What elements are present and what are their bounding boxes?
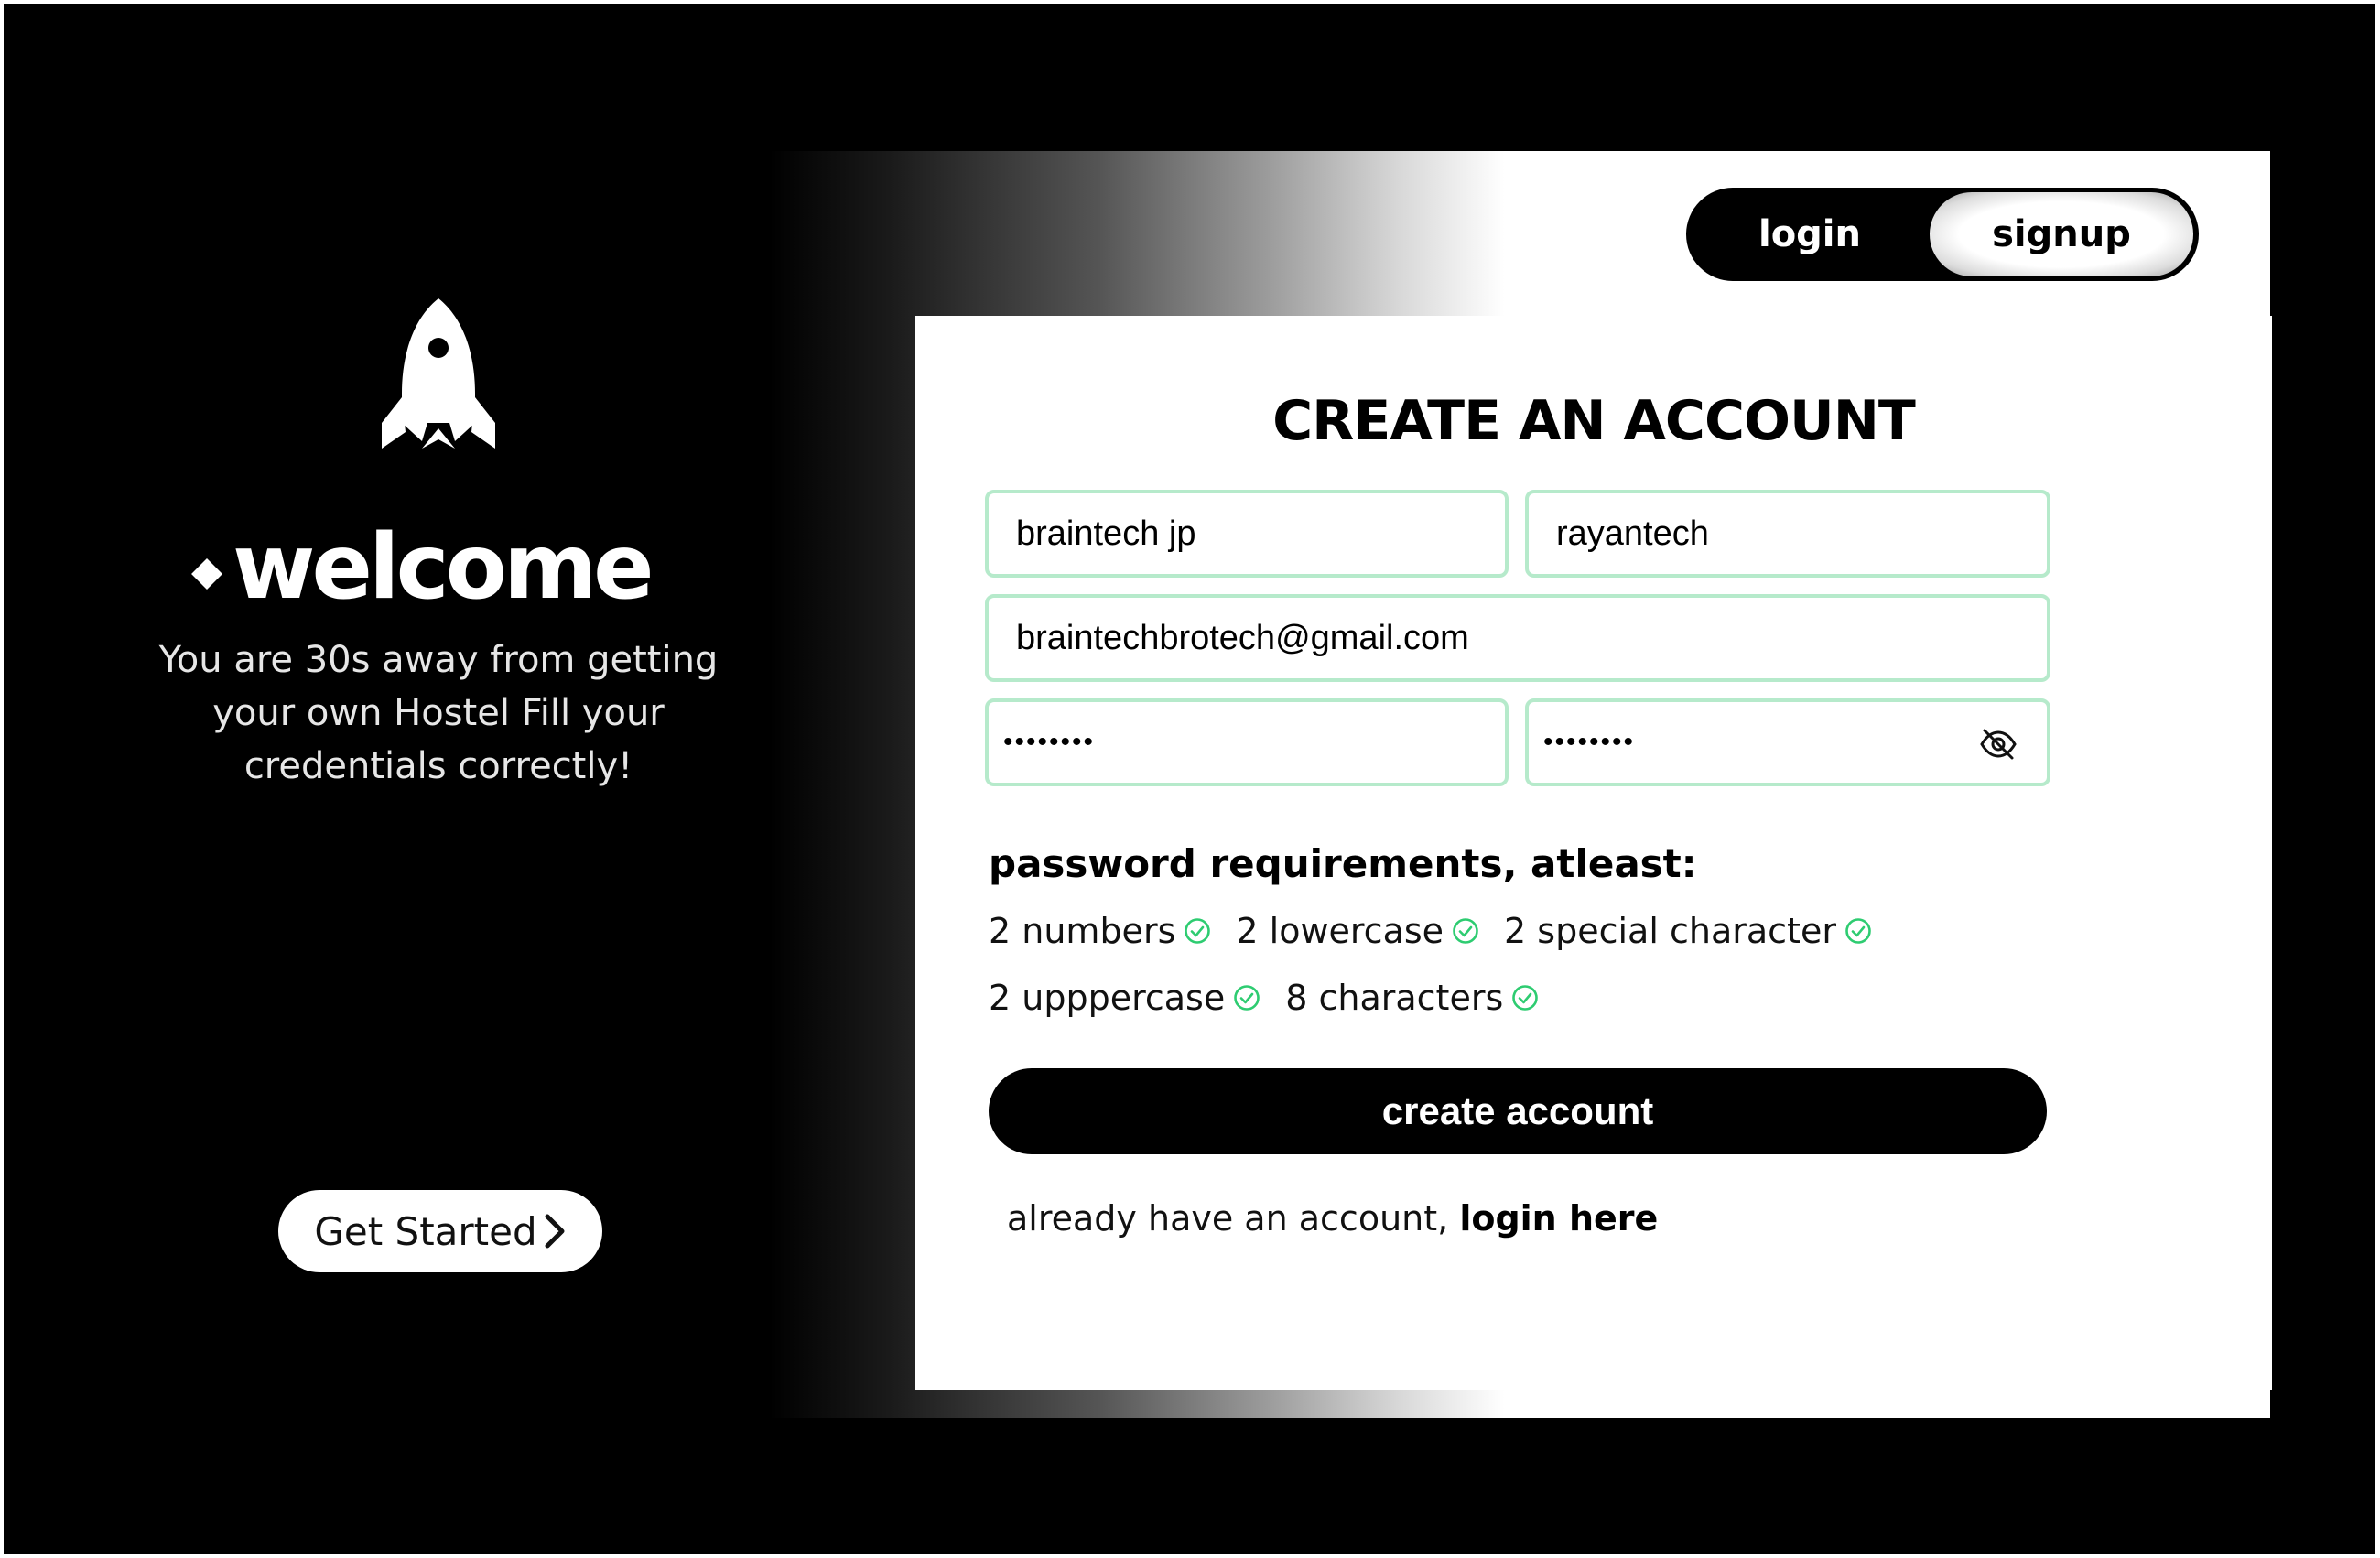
requirement-lowercase: 2 lowercase [1236, 911, 1480, 951]
auth-mode-toggle: login signup [1686, 188, 2199, 281]
password-requirements-title: password requirements, atleast: [989, 841, 1697, 886]
requirement-label: 2 special character [1504, 911, 1836, 951]
last-name-field[interactable] [1525, 490, 2050, 578]
login-prompt: already have an account, login here [1007, 1198, 1658, 1239]
requirement-label: 2 upppercase [989, 978, 1226, 1018]
requirement-length: 8 characters [1285, 978, 1540, 1018]
requirements-row: 2 numbers 2 lowercase 2 special characte… [989, 911, 1873, 951]
get-started-button[interactable]: Get Started [278, 1190, 602, 1272]
email-field[interactable] [985, 594, 2050, 682]
eye-slash-icon[interactable] [1979, 728, 2018, 761]
welcome-subtitle: You are 30s away from getting your own H… [158, 639, 719, 787]
check-circle-icon [1512, 985, 1539, 1011]
rocket-icon [382, 298, 495, 449]
signup-card: CREATE AN ACCOUNT password requirements,… [915, 316, 2272, 1390]
login-prompt-text: already have an account, [1007, 1198, 1449, 1239]
diamond-icon [191, 558, 222, 590]
check-circle-icon [1845, 918, 1871, 944]
password-field[interactable] [985, 698, 1509, 786]
get-started-label: Get Started [314, 1208, 537, 1254]
requirement-special-character: 2 special character [1504, 911, 1873, 951]
first-name-field[interactable] [985, 490, 1509, 578]
welcome-heading: welcome [191, 513, 690, 622]
check-circle-icon [1234, 985, 1260, 1011]
requirement-label: 2 numbers [989, 911, 1176, 951]
tab-login[interactable]: login [1686, 188, 1933, 281]
confirm-password-field[interactable] [1525, 698, 2050, 786]
create-account-button[interactable]: create account [989, 1068, 2047, 1154]
welcome-title-text: welcome [233, 515, 654, 620]
check-circle-icon [1453, 918, 1478, 944]
chevron-right-icon [545, 1214, 565, 1249]
requirement-label: 2 lowercase [1236, 911, 1444, 951]
requirements-row: 2 upppercase 8 characters [989, 978, 1540, 1018]
tab-signup[interactable]: signup [1930, 192, 2193, 276]
requirement-uppercase: 2 upppercase [989, 978, 1261, 1018]
app-frame: welcome You are 30s away from getting yo… [4, 4, 2375, 1554]
requirement-label: 8 characters [1285, 978, 1504, 1018]
form-title: CREATE AN ACCOUNT [1272, 389, 1916, 453]
check-circle-icon [1185, 918, 1211, 944]
login-here-link[interactable]: login here [1459, 1198, 1658, 1239]
requirement-numbers: 2 numbers [989, 911, 1212, 951]
